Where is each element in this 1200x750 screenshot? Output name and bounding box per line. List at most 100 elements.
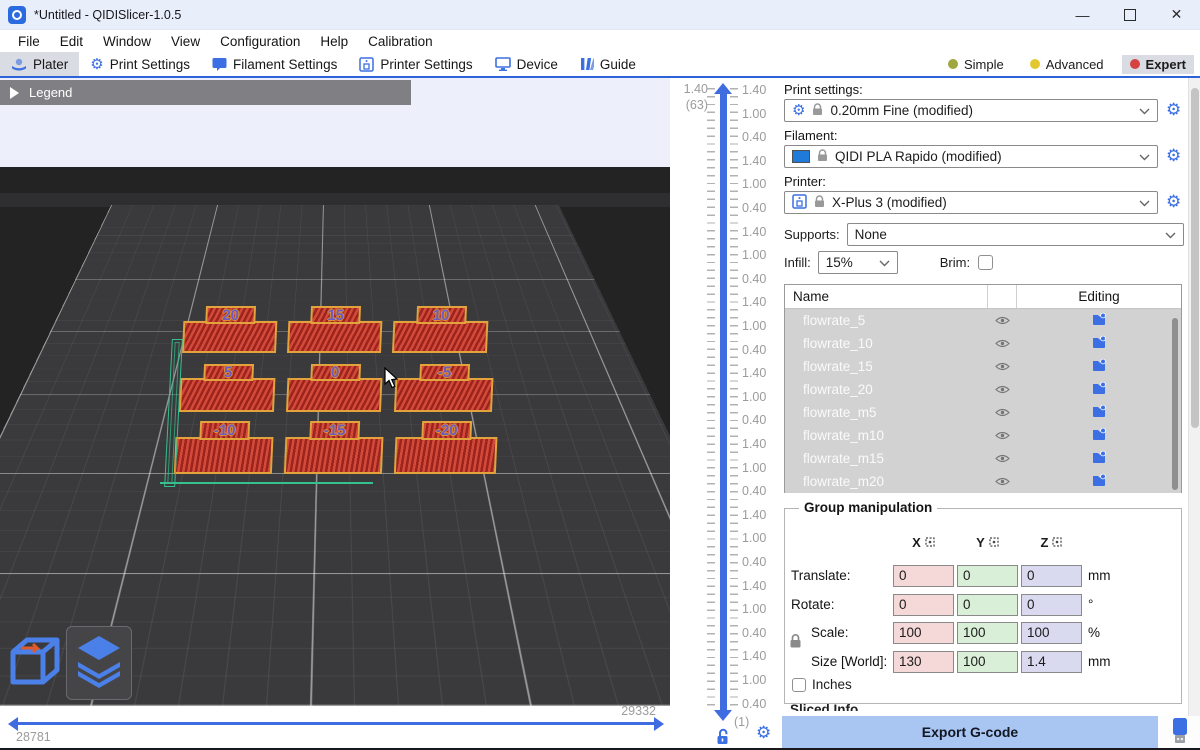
visibility-toggle[interactable] — [988, 405, 1016, 420]
object-list-scrollbar[interactable] — [1172, 318, 1178, 490]
close-button[interactable]: ✕ — [1153, 0, 1200, 29]
panel-scrollbar[interactable] — [1188, 78, 1200, 716]
menu-item-help[interactable]: Help — [310, 34, 358, 49]
filament-select[interactable]: QIDI PLA Rapido (modified) — [784, 145, 1158, 168]
print-object-flowrate-10[interactable]: 10 — [392, 306, 489, 353]
input-translate--y[interactable]: 0 — [957, 565, 1018, 587]
name-column-header[interactable]: Name — [785, 285, 988, 308]
table-row-flowrate-m10[interactable]: flowrate_m10 — [785, 424, 1181, 447]
input-size-world--y[interactable]: 100 — [957, 651, 1018, 673]
mode-advanced[interactable]: Advanced — [1022, 55, 1112, 74]
slider-settings-gear-icon[interactable]: ⚙ — [756, 724, 771, 741]
visibility-toggle[interactable] — [988, 313, 1016, 328]
supports-select[interactable]: None — [847, 223, 1184, 246]
layer-slider-lower-handle[interactable] — [714, 710, 732, 721]
print-object-flowrate--15[interactable]: -15 — [284, 421, 384, 474]
table-row-flowrate-10[interactable]: flowrate_10 — [785, 332, 1181, 355]
object-body — [174, 437, 274, 474]
menu-item-configuration[interactable]: Configuration — [210, 34, 310, 49]
print-object-flowrate-5[interactable]: 5 — [179, 364, 276, 412]
editing-button[interactable] — [1016, 427, 1181, 444]
input-rotate--y[interactable]: 0 — [957, 594, 1018, 616]
print-settings-select[interactable]: ⚙ 0.20mm Fine (modified) — [784, 99, 1158, 122]
infill-select[interactable]: 15% — [818, 251, 898, 274]
tab-guide[interactable]: Guide — [569, 52, 647, 76]
editing-button[interactable] — [1016, 381, 1181, 398]
visibility-toggle[interactable] — [988, 359, 1016, 374]
visibility-toggle[interactable] — [988, 451, 1016, 466]
tab-print-settings[interactable]: ⚙Print Settings — [79, 52, 201, 76]
unlock-icon[interactable] — [716, 728, 729, 748]
uniform-scale-lock-icon[interactable] — [789, 633, 802, 652]
table-row-flowrate-15[interactable]: flowrate_15 — [785, 355, 1181, 378]
chevron-down-icon — [1139, 195, 1150, 210]
table-row-flowrate-m5[interactable]: flowrate_m5 — [785, 401, 1181, 424]
tab-printer-settings[interactable]: Printer Settings — [348, 52, 483, 76]
layer-slider-top-layer: (63) — [670, 98, 708, 112]
editing-button[interactable] — [1016, 358, 1181, 375]
tab-device[interactable]: Device — [484, 52, 569, 76]
editing-button[interactable] — [1016, 450, 1181, 467]
table-row-flowrate-5[interactable]: flowrate_5 — [785, 309, 1181, 332]
editing-button[interactable] — [1016, 335, 1181, 352]
input-scale--y[interactable]: 100 — [957, 622, 1018, 644]
tab-filament-settings[interactable]: Filament Settings — [201, 52, 348, 76]
print-object-flowrate--20[interactable]: -20 — [394, 421, 498, 474]
horizontal-slider[interactable] — [17, 722, 654, 725]
input-translate--x[interactable]: 0 — [893, 565, 954, 587]
export-gcode-button[interactable]: Export G-code — [782, 716, 1158, 748]
printer-gear-button[interactable]: ⚙ — [1166, 193, 1181, 210]
input-scale--z[interactable]: 100 — [1021, 622, 1082, 644]
visibility-toggle[interactable] — [988, 336, 1016, 351]
print-object-flowrate-15[interactable]: 15 — [287, 306, 383, 353]
viewport-3d[interactable]: Legend 201510 50-5 -10-15-20 — [0, 78, 670, 706]
axis-header-x: X — [893, 535, 954, 550]
layer-tick-label: 1.40 — [742, 225, 782, 239]
print-settings-gear-button[interactable]: ⚙ — [1166, 101, 1181, 118]
layer-slider-rail[interactable] — [720, 94, 727, 710]
tab-plater[interactable]: Plater — [0, 52, 79, 76]
slider-right-handle[interactable] — [654, 717, 664, 731]
editing-column-header[interactable]: Editing — [1017, 289, 1181, 304]
print-object-flowrate-20[interactable]: 20 — [182, 306, 278, 353]
input-rotate--z[interactable]: 0 — [1021, 594, 1082, 616]
input-size-world--z[interactable]: 1.4 — [1021, 651, 1082, 673]
visibility-toggle[interactable] — [988, 428, 1016, 443]
visibility-toggle[interactable] — [988, 474, 1016, 489]
visibility-toggle[interactable] — [988, 382, 1016, 397]
menu-item-edit[interactable]: Edit — [50, 34, 93, 49]
table-row-flowrate-m20[interactable]: flowrate_m20 — [785, 470, 1181, 493]
menu-item-view[interactable]: View — [161, 34, 210, 49]
print-object-flowrate-0[interactable]: 0 — [286, 364, 383, 412]
legend-bar[interactable]: Legend — [0, 80, 411, 105]
input-translate--z[interactable]: 0 — [1021, 565, 1082, 587]
menu-item-file[interactable]: File — [8, 34, 50, 49]
input-size-world--x[interactable]: 130 — [893, 651, 954, 673]
input-scale--x[interactable]: 100 — [893, 622, 954, 644]
editing-button[interactable] — [1016, 312, 1181, 329]
printer-label: Printer: — [784, 174, 826, 189]
minimize-button[interactable]: — — [1059, 0, 1106, 29]
filament-gear-button[interactable]: ⚙ — [1166, 147, 1181, 164]
editor-view-button[interactable] — [4, 628, 64, 696]
editing-button[interactable] — [1016, 473, 1181, 490]
print-object-flowrate--10[interactable]: -10 — [174, 421, 274, 474]
export-to-usb-button[interactable] — [1160, 716, 1200, 748]
table-row-flowrate-m15[interactable]: flowrate_m15 — [785, 447, 1181, 470]
mode-expert[interactable]: Expert — [1122, 55, 1194, 74]
inches-checkbox[interactable] — [792, 678, 806, 692]
preview-view-button[interactable] — [66, 626, 132, 700]
print-object-flowrate--5[interactable]: -5 — [394, 364, 494, 412]
slider-left-handle[interactable] — [8, 717, 18, 731]
panel-scrollbar-thumb[interactable] — [1191, 88, 1199, 428]
printer-select[interactable]: X-Plus 3 (modified) — [784, 191, 1158, 214]
menu-item-calibration[interactable]: Calibration — [358, 34, 443, 49]
editing-button[interactable] — [1016, 404, 1181, 421]
menu-item-window[interactable]: Window — [93, 34, 161, 49]
maximize-button[interactable] — [1106, 0, 1153, 29]
input-rotate--x[interactable]: 0 — [893, 594, 954, 616]
brim-checkbox[interactable] — [978, 255, 993, 270]
mode-simple[interactable]: Simple — [940, 55, 1012, 74]
table-row-flowrate-20[interactable]: flowrate_20 — [785, 378, 1181, 401]
chevron-down-icon — [1165, 227, 1176, 242]
